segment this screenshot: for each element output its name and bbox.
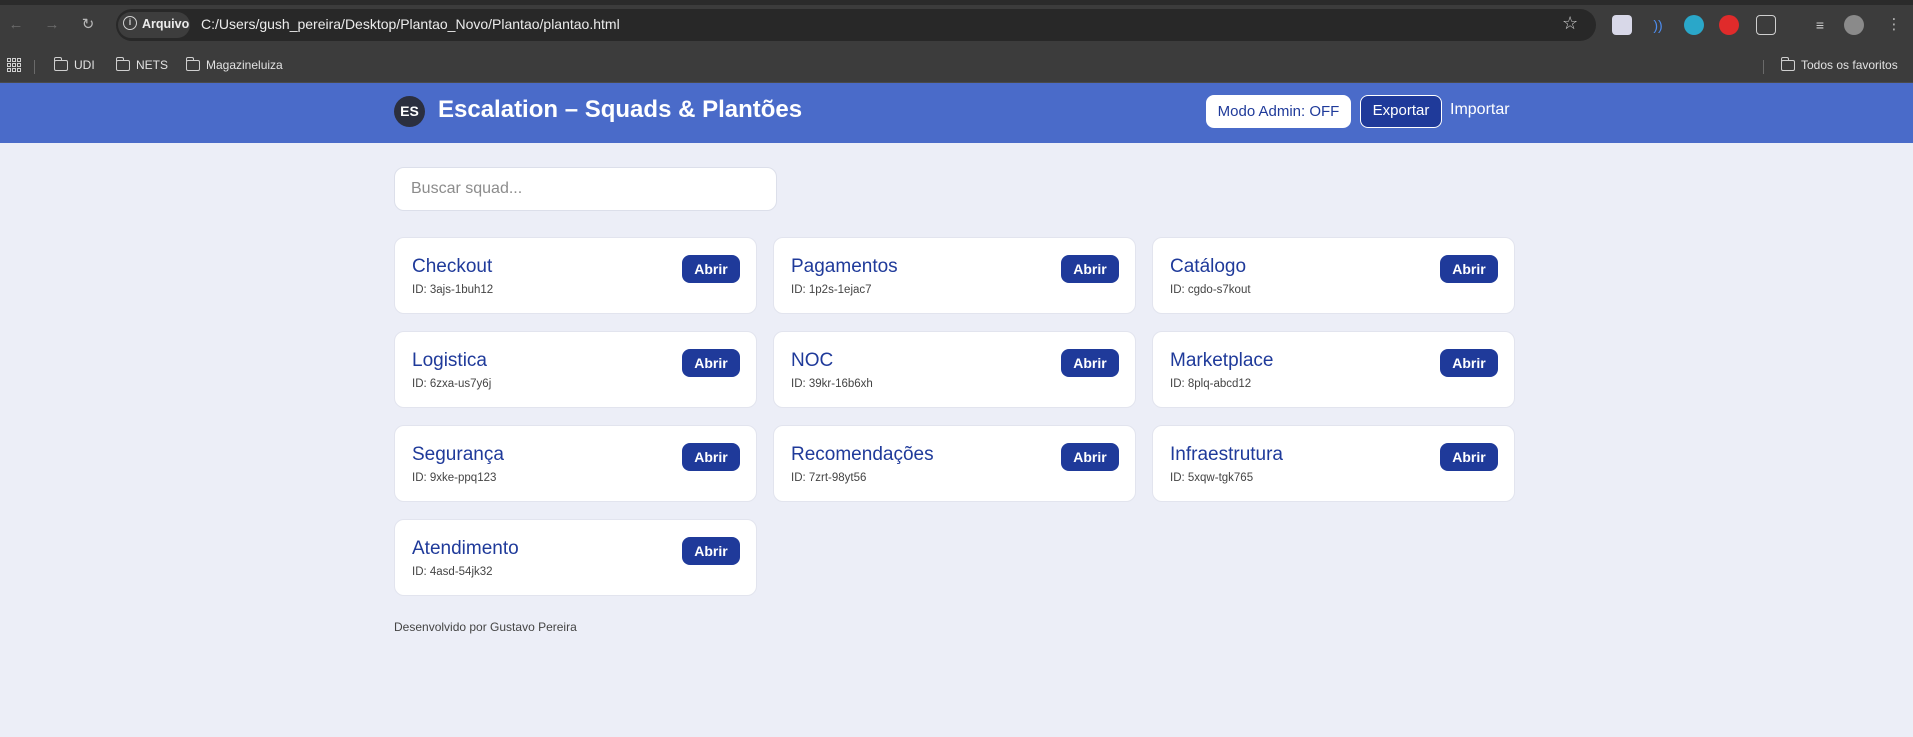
squad-id: ID: 5xqw-tgk765 bbox=[1170, 472, 1254, 484]
search-input[interactable] bbox=[394, 167, 777, 211]
bookmark-nets[interactable]: NETS bbox=[115, 56, 169, 72]
sync-extension-icon[interactable] bbox=[1684, 15, 1704, 35]
open-squad-button[interactable]: Abrir bbox=[682, 443, 740, 471]
open-squad-button[interactable]: Abrir bbox=[682, 255, 740, 283]
squad-card: Pagamentos ID: 1p2s-1ejac7 Abrir bbox=[773, 237, 1136, 314]
squad-id: ID: 39kr-16b6xh bbox=[791, 378, 873, 390]
media-controls-icon[interactable]: ≡ bbox=[1810, 15, 1830, 35]
forward-icon[interactable]: → bbox=[40, 13, 64, 37]
open-squad-button[interactable]: Abrir bbox=[682, 349, 740, 377]
folder-icon bbox=[53, 56, 68, 71]
squad-id: ID: 9xke-ppq123 bbox=[412, 472, 497, 484]
open-squad-button[interactable]: Abrir bbox=[1440, 349, 1498, 377]
reload-icon[interactable]: ↻ bbox=[76, 13, 100, 37]
squad-card: Recomendações ID: 7zrt-98yt56 Abrir bbox=[773, 425, 1136, 502]
squad-id: ID: 3ajs-1buh12 bbox=[412, 284, 494, 296]
footer-credit: Desenvolvido por Gustavo Pereira bbox=[394, 620, 577, 634]
site-info-label: Arquivo bbox=[142, 17, 190, 31]
squad-card: Segurança ID: 9xke-ppq123 Abrir bbox=[394, 425, 757, 502]
bookmark-label: NETS bbox=[136, 58, 169, 72]
squad-card: Logistica ID: 6zxa-us7y6j Abrir bbox=[394, 331, 757, 408]
squad-card: Infraestrutura ID: 5xqw-tgk765 Abrir bbox=[1152, 425, 1515, 502]
back-icon[interactable]: ← bbox=[4, 13, 28, 37]
squad-card: Catálogo ID: cgdo-s7kout Abrir bbox=[1152, 237, 1515, 314]
open-squad-button[interactable]: Abrir bbox=[682, 537, 740, 565]
bookmark-star-icon[interactable]: ☆ bbox=[1562, 13, 1578, 34]
bookmark-label: UDI bbox=[74, 58, 95, 72]
page-title: Escalation – Squads & Plantões bbox=[438, 96, 803, 123]
squad-id: ID: 7zrt-98yt56 bbox=[791, 472, 867, 484]
squad-card: Atendimento ID: 4asd-54jk32 Abrir bbox=[394, 519, 757, 596]
squad-name: Catálogo bbox=[1170, 256, 1247, 277]
bookmarks-bar: UDI NETS Magazineluiza Todos os favorito… bbox=[0, 50, 1913, 83]
bookmark-label: Magazineluiza bbox=[206, 58, 283, 72]
bookmarks-separator bbox=[1763, 60, 1764, 74]
admin-mode-button[interactable]: Modo Admin: OFF bbox=[1206, 95, 1351, 128]
open-squad-button[interactable]: Abrir bbox=[1440, 255, 1498, 283]
bookmark-label: Todos os favoritos bbox=[1801, 58, 1898, 72]
apps-grid-icon[interactable] bbox=[7, 58, 21, 72]
squad-id: ID: 6zxa-us7y6j bbox=[412, 378, 492, 390]
folder-icon bbox=[115, 56, 130, 71]
cast-extension-icon[interactable] bbox=[1612, 15, 1632, 35]
squad-card: NOC ID: 39kr-16b6xh Abrir bbox=[773, 331, 1136, 408]
squad-id: ID: 8plq-abcd12 bbox=[1170, 378, 1252, 390]
open-squad-button[interactable]: Abrir bbox=[1061, 349, 1119, 377]
squad-name: Pagamentos bbox=[791, 256, 898, 277]
squad-id: ID: 1p2s-1ejac7 bbox=[791, 284, 872, 296]
open-squad-button[interactable]: Abrir bbox=[1061, 255, 1119, 283]
bookmark-all-favorites[interactable]: Todos os favoritos bbox=[1780, 56, 1898, 72]
browser-toolbar: ← → ↻ i Arquivo C:/Users/gush_pereira/De… bbox=[0, 0, 1913, 50]
squad-name: Atendimento bbox=[412, 538, 519, 559]
audio-extension-icon[interactable]: )) bbox=[1648, 15, 1668, 35]
menu-kebab-icon[interactable]: ⋮ bbox=[1882, 13, 1906, 37]
bookmark-magazineluiza[interactable]: Magazineluiza bbox=[185, 56, 283, 72]
info-icon: i bbox=[123, 16, 137, 30]
squad-name: Marketplace bbox=[1170, 350, 1274, 371]
folder-icon bbox=[1780, 56, 1795, 71]
bookmarks-separator bbox=[34, 60, 35, 74]
squad-id: ID: 4asd-54jk32 bbox=[412, 566, 493, 578]
url-text[interactable]: C:/Users/gush_pereira/Desktop/Plantao_No… bbox=[201, 16, 620, 32]
folder-icon bbox=[185, 56, 200, 71]
profile-avatar-icon[interactable] bbox=[1844, 15, 1864, 35]
squad-name: NOC bbox=[791, 350, 834, 371]
squad-card: Marketplace ID: 8plq-abcd12 Abrir bbox=[1152, 331, 1515, 408]
tab-strip bbox=[0, 0, 1913, 5]
squad-id: ID: cgdo-s7kout bbox=[1170, 284, 1251, 296]
squad-grid: Checkout ID: 3ajs-1buh12 Abrir Pagamentos ID… bbox=[394, 237, 1515, 596]
extensions-puzzle-icon[interactable] bbox=[1756, 15, 1776, 35]
squad-name: Logistica bbox=[412, 350, 487, 371]
import-button[interactable]: Importar bbox=[1450, 101, 1510, 119]
open-squad-button[interactable]: Abrir bbox=[1440, 443, 1498, 471]
open-squad-button[interactable]: Abrir bbox=[1061, 443, 1119, 471]
squad-card: Checkout ID: 3ajs-1buh12 Abrir bbox=[394, 237, 757, 314]
export-button[interactable]: Exportar bbox=[1360, 95, 1442, 128]
adblock-extension-icon[interactable] bbox=[1719, 15, 1739, 35]
bookmark-udi[interactable]: UDI bbox=[53, 56, 95, 72]
squad-name: Checkout bbox=[412, 256, 493, 277]
app-header bbox=[0, 83, 1913, 143]
squad-name: Segurança bbox=[412, 444, 504, 465]
squad-name: Recomendações bbox=[791, 444, 934, 465]
app-logo: ES bbox=[394, 96, 425, 127]
squad-name: Infraestrutura bbox=[1170, 444, 1283, 465]
